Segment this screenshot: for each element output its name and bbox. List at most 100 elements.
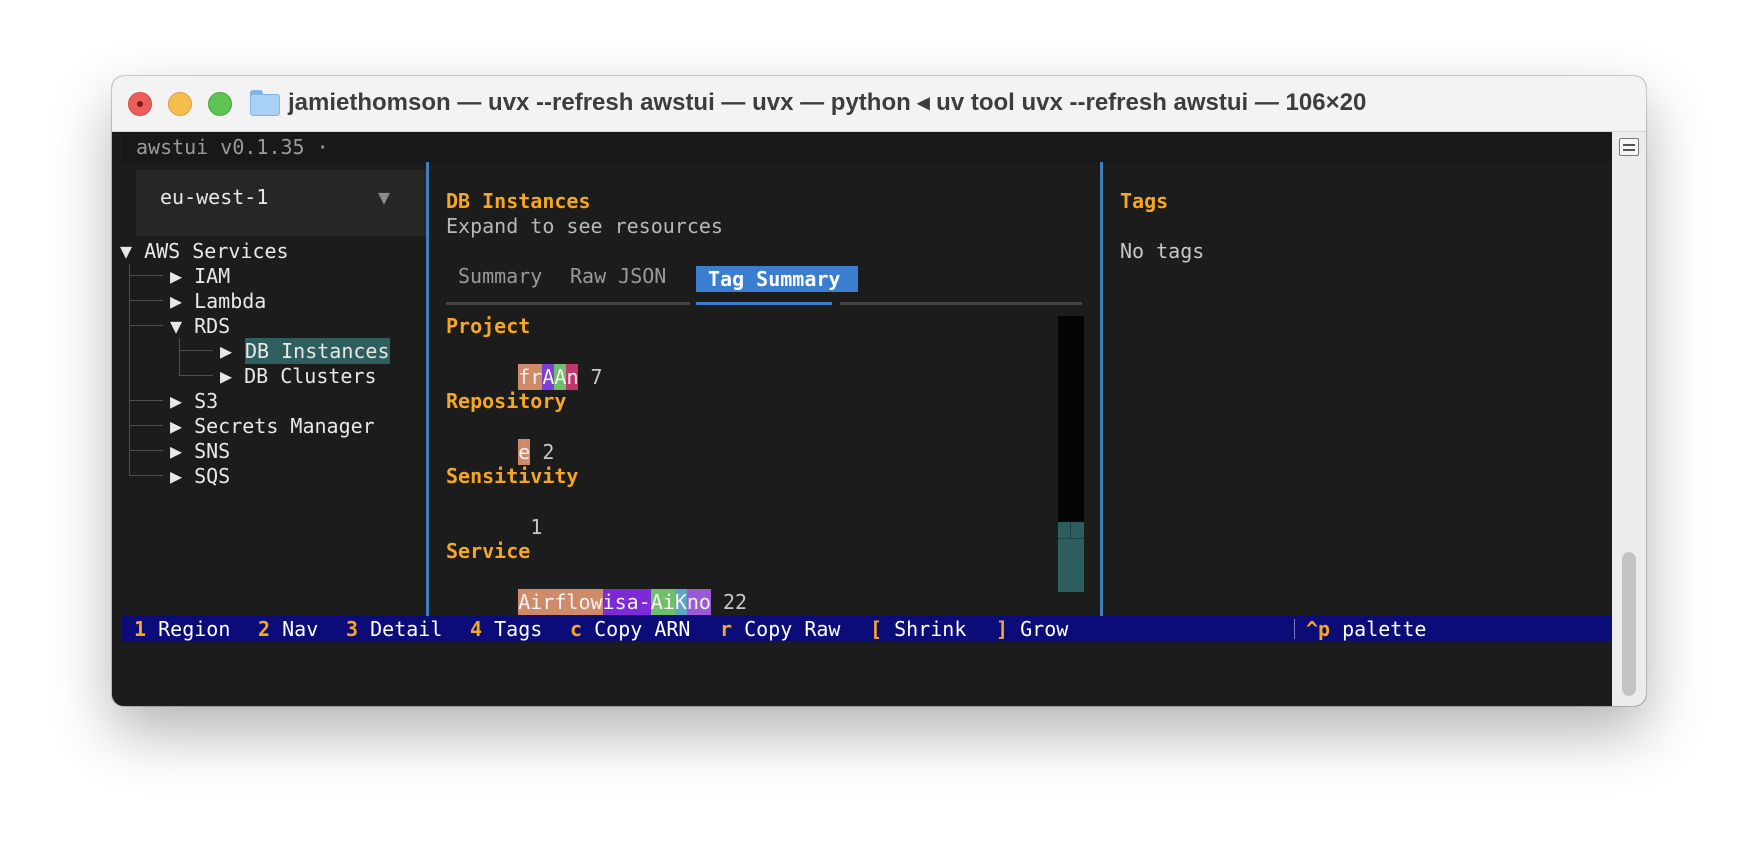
tag-value-chip: n bbox=[566, 364, 579, 390]
tag-value-chip: K bbox=[674, 589, 687, 615]
tag-key-repository: Repository bbox=[446, 389, 567, 413]
tag-values-repository: e 2 bbox=[446, 413, 554, 465]
tree-guide-line bbox=[129, 425, 163, 426]
tag-value-chip: Ai bbox=[650, 589, 675, 615]
tree-guide-line bbox=[129, 450, 163, 451]
tree-item-db-instances-arrow[interactable]: ▶ bbox=[220, 338, 232, 364]
tree-guide-line bbox=[129, 400, 163, 401]
terminal-content: awstui v0.1.35 · eu-west-1 ▼ ▼ AWS Servi… bbox=[112, 132, 1646, 706]
tree-item-lambda[interactable]: ▶ Lambda bbox=[170, 288, 266, 314]
tree-guide-line bbox=[129, 475, 163, 476]
tree-guide-line bbox=[129, 264, 130, 476]
footer-key: 4 bbox=[470, 617, 483, 641]
footer-key: [ bbox=[870, 617, 883, 641]
tab-underline-active bbox=[696, 302, 832, 305]
tag-value-chip: A bbox=[554, 364, 567, 390]
tree-root-aws-services[interactable]: ▼ AWS Services bbox=[120, 238, 289, 264]
tree-item-sns[interactable]: ▶ SNS bbox=[170, 438, 230, 464]
footer-label: Shrink bbox=[894, 617, 967, 641]
tag-value-chip: no bbox=[686, 589, 711, 615]
detail-heading: DB Instances bbox=[446, 189, 591, 213]
tab-underline bbox=[446, 302, 690, 305]
footer-label: Copy ARN bbox=[594, 617, 691, 641]
footer-key: 3 bbox=[346, 617, 359, 641]
chevron-down-icon[interactable]: ▼ bbox=[378, 184, 390, 210]
tag-count-sensitivity: 1 bbox=[530, 515, 543, 539]
tab-underline bbox=[840, 302, 1082, 305]
tree-item-secrets-manager[interactable]: ▶ Secrets Manager bbox=[170, 413, 375, 439]
tag-key-project: Project bbox=[446, 314, 531, 338]
detail-subheading: Expand to see resources bbox=[446, 214, 723, 238]
tab-summary[interactable]: Summary bbox=[458, 263, 542, 289]
footer-item-detail[interactable]: 3 Detail bbox=[334, 616, 442, 642]
footer-key: ^p bbox=[1306, 617, 1331, 641]
footer-item-tags[interactable]: 4 Tags bbox=[458, 616, 542, 642]
tree-item-db-instances[interactable]: DB Instances bbox=[245, 338, 390, 364]
tag-values-project: frAAn 7 bbox=[446, 338, 603, 390]
tag-count-project: 7 bbox=[590, 365, 603, 389]
tag-count-service: 22 bbox=[723, 590, 748, 614]
footer-label: Copy Raw bbox=[744, 617, 841, 641]
folder-icon bbox=[250, 90, 280, 116]
window-titlebar: jamiethomson — uvx --refresh awstui — uv… bbox=[112, 76, 1646, 132]
tree-guide-line bbox=[179, 375, 213, 376]
tag-values-service: Airflowisa-AiKno 22 bbox=[446, 563, 747, 615]
tag-key-service: Service bbox=[446, 539, 531, 563]
tag-values-sensitivity: 1 bbox=[446, 488, 542, 539]
scrollbar-menu-icon[interactable] bbox=[1619, 138, 1639, 156]
tag-value-chip: fr bbox=[518, 364, 543, 390]
footer-item-palette[interactable]: ^p palette bbox=[1306, 616, 1426, 642]
footer-item-nav[interactable]: 2 Nav bbox=[246, 616, 318, 642]
footer-key: c bbox=[570, 617, 583, 641]
tree-guide-line bbox=[179, 338, 180, 376]
footer-item-grow[interactable]: ] Grow bbox=[984, 616, 1068, 642]
tag-summary-scrollbar-thumb[interactable] bbox=[1058, 522, 1084, 592]
terminal-scrollbar-thumb[interactable] bbox=[1622, 552, 1636, 696]
nav-panel-divider[interactable] bbox=[426, 162, 429, 616]
tab-tag-summary-label: Tag Summary bbox=[708, 267, 841, 291]
terminal-scrollbar[interactable] bbox=[1612, 132, 1646, 706]
tags-panel-divider[interactable] bbox=[1100, 162, 1103, 616]
zoom-window-button[interactable] bbox=[208, 92, 232, 116]
footer-item-region[interactable]: 1 Region bbox=[122, 616, 230, 642]
tree-guide-line bbox=[179, 350, 213, 351]
footer-key: 1 bbox=[134, 617, 147, 641]
tag-value-chip: A bbox=[542, 364, 555, 390]
app-header bbox=[122, 132, 1612, 162]
tag-value-chip: Airflow bbox=[518, 589, 603, 615]
close-window-button[interactable] bbox=[128, 92, 152, 116]
tree-item-sqs[interactable]: ▶ SQS bbox=[170, 463, 230, 489]
window-title: jamiethomson — uvx --refresh awstui — uv… bbox=[288, 89, 1367, 116]
region-value: eu-west-1 bbox=[160, 185, 269, 209]
tree-guide-line bbox=[129, 300, 163, 301]
footer-item-copy-arn[interactable]: c Copy ARN bbox=[558, 616, 690, 642]
tree-guide-line bbox=[129, 275, 163, 276]
footer-item-copy-raw[interactable]: r Copy Raw bbox=[708, 616, 840, 642]
tree-item-s3[interactable]: ▶ S3 bbox=[170, 388, 218, 414]
tree-guide-line bbox=[129, 325, 163, 326]
tag-key-sensitivity: Sensitivity bbox=[446, 464, 579, 488]
minimize-window-button[interactable] bbox=[168, 92, 192, 116]
tree-item-iam[interactable]: ▶ IAM bbox=[170, 263, 230, 289]
footer-label: Nav bbox=[282, 617, 319, 641]
tab-raw-json[interactable]: Raw JSON bbox=[570, 263, 666, 289]
footer-item-shrink[interactable]: [ Shrink bbox=[858, 616, 966, 642]
footer-label: Tags bbox=[494, 617, 543, 641]
footer-label: Detail bbox=[370, 617, 443, 641]
footer-separator bbox=[1294, 619, 1295, 639]
tag-value-chip: e bbox=[518, 439, 531, 465]
terminal-window: jamiethomson — uvx --refresh awstui — uv… bbox=[112, 76, 1646, 706]
tree-item-db-clusters[interactable]: ▶ DB Clusters bbox=[220, 363, 377, 389]
tag-value-chip: isa- bbox=[602, 589, 651, 615]
tags-panel-heading: Tags bbox=[1120, 189, 1169, 213]
app-title: awstui v0.1.35 · bbox=[136, 135, 329, 159]
footer-label: Region bbox=[158, 617, 231, 641]
tag-count-repository: 2 bbox=[542, 440, 555, 464]
footer-key: ] bbox=[996, 617, 1009, 641]
footer-label: Grow bbox=[1020, 617, 1069, 641]
footer-keybar: 1 Region 2 Nav 3 Detail 4 Tags c Copy AR… bbox=[122, 616, 1612, 642]
footer-key: 2 bbox=[258, 617, 271, 641]
tree-item-rds[interactable]: ▼ RDS bbox=[170, 313, 230, 339]
footer-label: palette bbox=[1342, 617, 1427, 641]
tags-panel-empty: No tags bbox=[1120, 239, 1205, 263]
